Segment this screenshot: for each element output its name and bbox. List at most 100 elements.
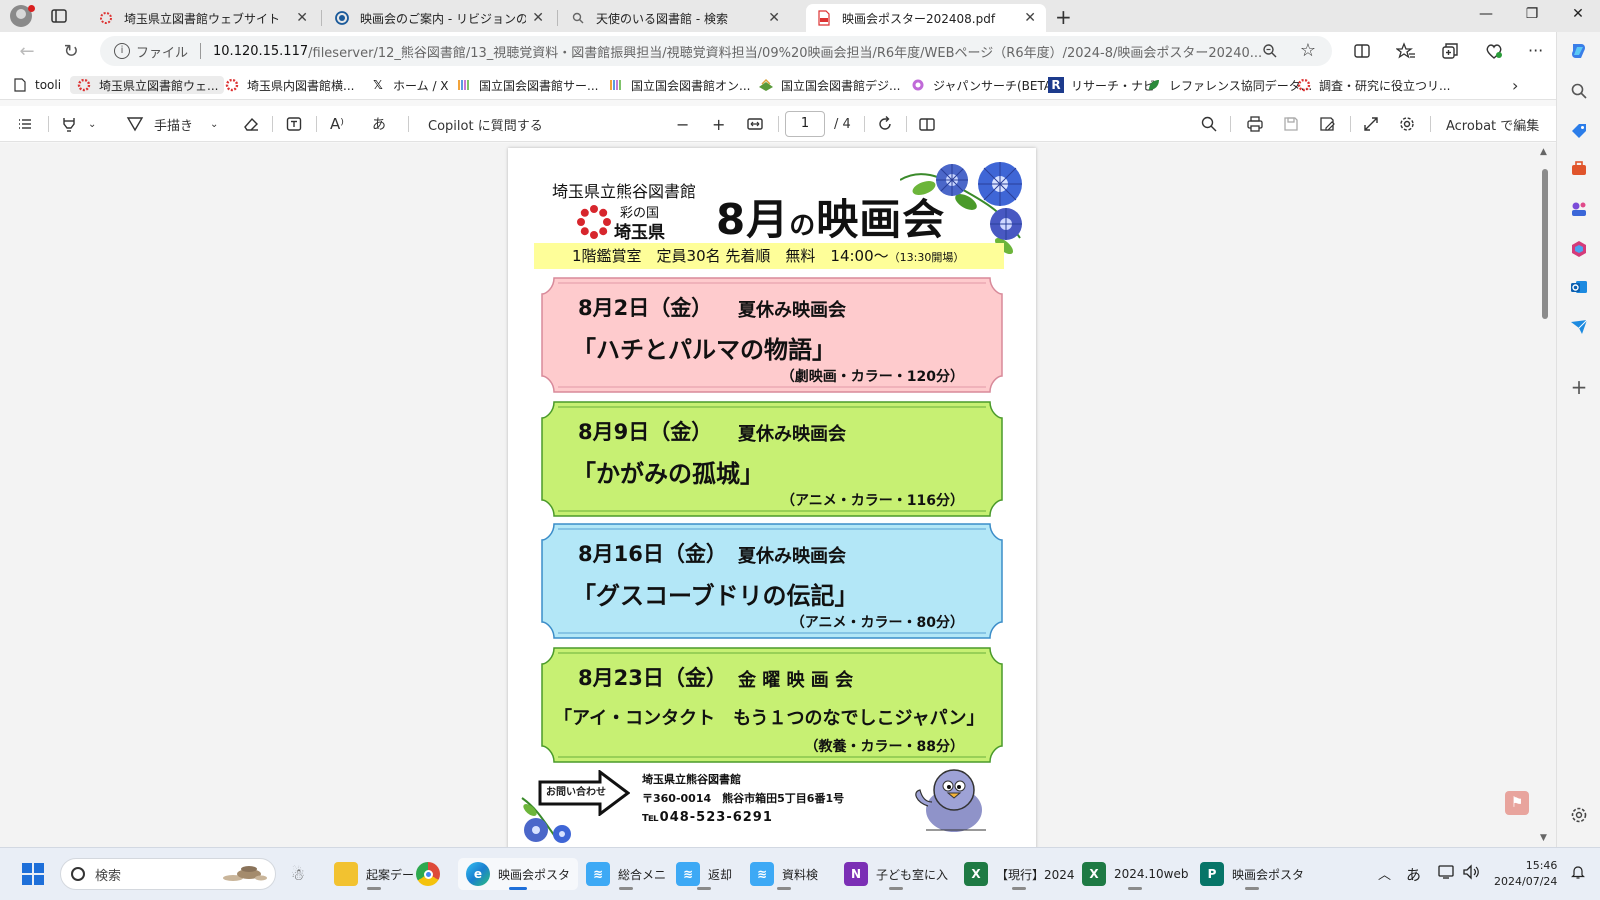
- text-box-icon[interactable]: [285, 114, 303, 134]
- taskbar-app[interactable]: X 2024.10web: [1082, 858, 1188, 890]
- read-aloud-icon[interactable]: A⁾: [330, 114, 344, 134]
- back-button[interactable]: ←: [16, 40, 38, 62]
- eraser-icon[interactable]: [242, 114, 260, 134]
- close-tab-icon[interactable]: ✕: [296, 10, 308, 26]
- taskbar-search[interactable]: 検索: [60, 858, 276, 890]
- browser-essentials-icon[interactable]: [1484, 41, 1504, 61]
- ime-indicator[interactable]: あ: [1406, 864, 1421, 885]
- volume-icon[interactable]: [1462, 864, 1480, 884]
- outlook-icon[interactable]: [1568, 276, 1590, 298]
- chevron-down-icon[interactable]: ⌄: [210, 114, 218, 134]
- copilot-ask-button[interactable]: Copilot に質問する: [428, 114, 543, 134]
- taskbar-app[interactable]: N 子ども室に入: [844, 858, 948, 890]
- pdf-viewer[interactable]: 埼玉県立熊谷図書館 彩の国 埼玉県 8月の映画会 1階鑑賞室 定員30名 先着順…: [0, 143, 1556, 847]
- restore-button[interactable]: ❐: [1522, 6, 1542, 22]
- send-icon[interactable]: [1568, 316, 1590, 338]
- taskbar-app-widget[interactable]: ☃: [286, 858, 318, 890]
- zoom-icon[interactable]: [1262, 43, 1278, 59]
- scroll-up-icon[interactable]: ▲: [1540, 147, 1547, 157]
- page-number-input[interactable]: 1: [785, 111, 825, 137]
- network-icon[interactable]: [1438, 864, 1456, 884]
- zoom-out-button[interactable]: −: [676, 114, 689, 134]
- favorite-item[interactable]: 国立国会図書館デジ...: [758, 76, 900, 94]
- find-icon[interactable]: [1200, 114, 1218, 134]
- split-screen-icon[interactable]: [1352, 41, 1372, 61]
- taskbar-app[interactable]: X 【現行】2024: [964, 858, 1075, 890]
- rotate-icon[interactable]: [876, 114, 894, 134]
- taskbar-app[interactable]: ≋ 総合メニ: [586, 858, 666, 890]
- pdf-page: 埼玉県立熊谷図書館 彩の国 埼玉県 8月の映画会 1階鑑賞室 定員30名 先着順…: [508, 148, 1036, 847]
- settings-gear-icon[interactable]: [1398, 114, 1416, 134]
- save-as-icon[interactable]: [1318, 114, 1336, 134]
- tab-pdf-poster[interactable]: 映画会ポスター202408.pdf ✕: [806, 4, 1046, 32]
- scrollbar-thumb[interactable]: [1542, 169, 1548, 319]
- taskbar-app[interactable]: 起案デー: [334, 858, 414, 890]
- address-bar[interactable]: i ファイル 10.120.15.117 /fileserver/12_熊谷図書…: [100, 36, 1332, 66]
- taskbar-app[interactable]: ≋ 資料検: [750, 858, 818, 890]
- zoom-in-button[interactable]: +: [712, 114, 725, 134]
- favorites-icon[interactable]: [1395, 41, 1416, 61]
- screening-date: 8月9日（金）: [578, 420, 713, 444]
- refresh-button[interactable]: ↻: [60, 40, 82, 62]
- draw-button[interactable]: 手描き: [126, 114, 193, 134]
- copilot-icon[interactable]: [1568, 40, 1590, 62]
- leaf-icon: [1146, 77, 1162, 93]
- taskbar-app[interactable]: [416, 858, 448, 890]
- games-icon[interactable]: [1568, 198, 1590, 220]
- collections-icon[interactable]: [1440, 41, 1460, 61]
- screening-date: 8月16日（金）: [578, 542, 727, 566]
- highlight-icon[interactable]: [60, 114, 78, 134]
- favorite-item[interactable]: 国立国会図書館オン...: [608, 76, 750, 94]
- taskbar-app[interactable]: ≋ 返却: [676, 858, 732, 890]
- scroll-down-icon[interactable]: ▼: [1540, 833, 1547, 843]
- edit-in-acrobat-button[interactable]: Acrobat で編集: [1446, 114, 1539, 134]
- tab-search[interactable]: 天使のいる図書館 - 検索 ✕: [560, 4, 790, 32]
- shopping-tag-icon[interactable]: [1568, 120, 1590, 142]
- favorite-item[interactable]: 𝕏 ホーム / X: [370, 76, 448, 94]
- minimize-button[interactable]: —: [1476, 6, 1496, 22]
- new-tab-button[interactable]: +: [1055, 5, 1072, 29]
- favorite-item[interactable]: 埼玉県立図書館ウェ...: [70, 76, 225, 94]
- tools-briefcase-icon[interactable]: [1568, 158, 1590, 180]
- favorite-item[interactable]: tooli: [12, 76, 61, 94]
- close-tab-icon[interactable]: ✕: [532, 10, 544, 26]
- page-view-icon[interactable]: [918, 114, 936, 134]
- chevron-right-icon[interactable]: ›: [1512, 76, 1518, 95]
- favorite-item[interactable]: レファレンス協同データ...: [1146, 76, 1312, 94]
- search-icon[interactable]: [1568, 80, 1590, 102]
- tab-actions-icon[interactable]: [50, 7, 68, 25]
- vertical-scrollbar[interactable]: ▲ ▼: [1540, 147, 1550, 843]
- notification-bell-icon[interactable]: [1570, 864, 1586, 884]
- fullscreen-icon[interactable]: [1362, 114, 1380, 134]
- favorite-star-icon[interactable]: ☆: [1300, 40, 1316, 61]
- chevron-down-icon[interactable]: ⌄: [88, 114, 96, 134]
- site-info-icon[interactable]: i: [114, 43, 130, 59]
- taskbar-app[interactable]: e 映画会ポスタ: [458, 858, 579, 890]
- favorite-item[interactable]: 埼玉県内図書館横...: [224, 76, 354, 94]
- start-button[interactable]: [22, 863, 44, 885]
- close-tab-icon[interactable]: ✕: [1024, 10, 1036, 26]
- print-icon[interactable]: [1246, 114, 1264, 134]
- translate-icon[interactable]: あ: [372, 114, 386, 134]
- favorite-item[interactable]: 国立国会図書館サー...: [456, 76, 598, 94]
- tab-revision-edit[interactable]: 映画会のご案内 - リビジョンの編集 - ✕: [324, 4, 554, 32]
- favorite-item[interactable]: 調査・研究に役立つリ...: [1296, 76, 1450, 94]
- close-tab-icon[interactable]: ✕: [768, 10, 780, 26]
- close-window-button[interactable]: ✕: [1568, 6, 1588, 22]
- acrobat-float-icon[interactable]: ⚑: [1505, 791, 1529, 815]
- taskbar-app[interactable]: P 映画会ポスタ: [1200, 858, 1304, 890]
- tab-saitama-library[interactable]: 埼玉県立図書館ウェブサイト ✕: [88, 4, 318, 32]
- fit-page-icon[interactable]: [746, 114, 764, 134]
- show-hidden-icons-chevron[interactable]: ︿: [1378, 864, 1391, 883]
- microsoft-365-icon[interactable]: [1568, 238, 1590, 260]
- add-sidebar-app-icon[interactable]: +: [1568, 375, 1590, 399]
- sidebar-settings-gear-icon[interactable]: [1568, 804, 1590, 826]
- save-icon[interactable]: [1282, 114, 1300, 134]
- favorite-item[interactable]: R リサーチ・ナビ: [1048, 76, 1155, 94]
- clock[interactable]: 15:46 2024/07/24: [1494, 858, 1557, 890]
- contact-name: 埼玉県立熊谷図書館: [642, 773, 741, 786]
- contents-icon[interactable]: [16, 114, 34, 134]
- chrome-icon: [416, 862, 440, 886]
- favorite-item[interactable]: ジャパンサーチ(BETA): [910, 76, 1057, 94]
- more-menu-icon[interactable]: ···: [1528, 41, 1548, 61]
